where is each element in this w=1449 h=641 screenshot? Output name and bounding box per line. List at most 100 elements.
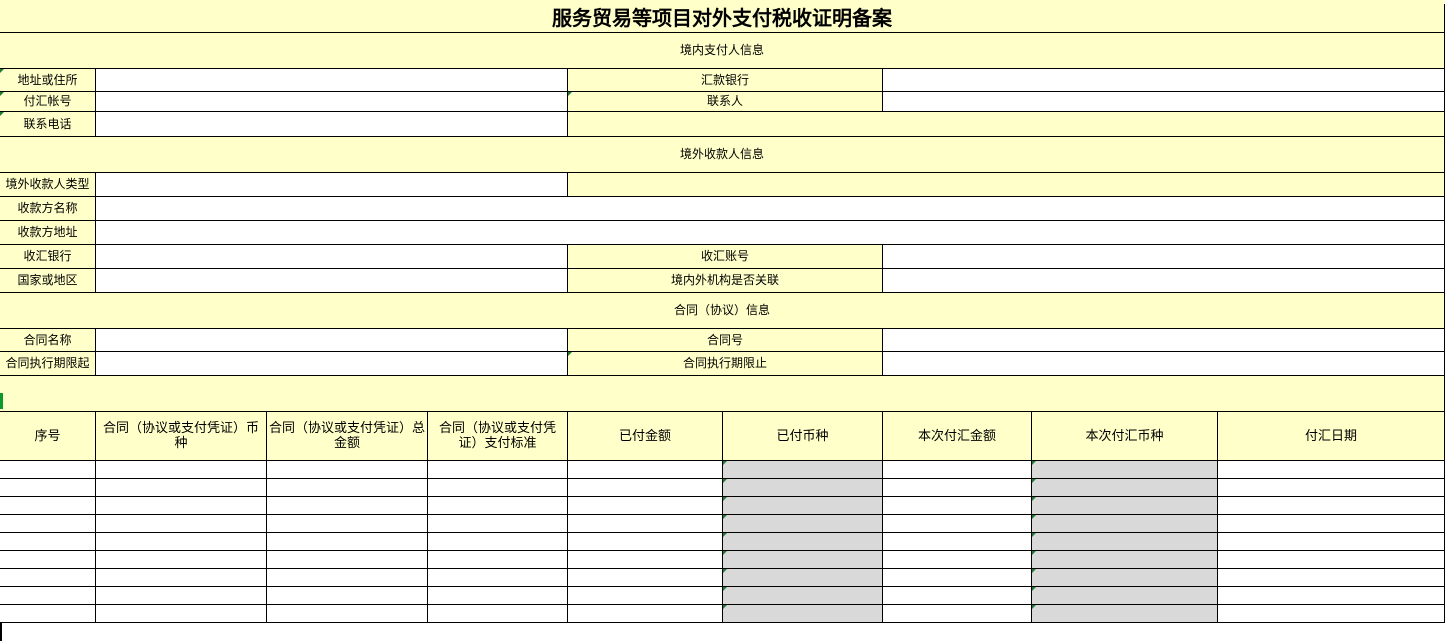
- table-cell[interactable]: [267, 569, 428, 587]
- table-cell[interactable]: [267, 461, 428, 479]
- table-cell[interactable]: [1218, 569, 1445, 587]
- table-cell[interactable]: [267, 533, 428, 551]
- label-payee-address: 收款方地址: [0, 221, 96, 245]
- blank-filler: [568, 112, 1445, 137]
- table-cell[interactable]: [0, 479, 96, 497]
- table-cell[interactable]: [1032, 533, 1218, 551]
- table-cell[interactable]: [96, 461, 267, 479]
- table-cell[interactable]: [96, 587, 267, 605]
- table-cell[interactable]: [0, 533, 96, 551]
- table-cell[interactable]: [883, 551, 1032, 569]
- table-cell[interactable]: [0, 569, 96, 587]
- input-remit-bank[interactable]: [883, 69, 1445, 92]
- input-receive-bank[interactable]: [96, 245, 568, 269]
- input-contract-name[interactable]: [96, 329, 568, 352]
- table-cell[interactable]: [883, 479, 1032, 497]
- table-cell[interactable]: [1032, 569, 1218, 587]
- table-cell[interactable]: [1032, 605, 1218, 623]
- table-cell[interactable]: [568, 479, 723, 497]
- table-cell[interactable]: [568, 515, 723, 533]
- input-receive-account[interactable]: [883, 245, 1445, 269]
- table-cell[interactable]: [267, 551, 428, 569]
- table-cell[interactable]: [568, 533, 723, 551]
- input-address[interactable]: [96, 69, 568, 92]
- table-cell[interactable]: [267, 479, 428, 497]
- table-cell[interactable]: [0, 497, 96, 515]
- table-cell[interactable]: [883, 461, 1032, 479]
- table-cell[interactable]: [0, 605, 96, 623]
- table-cell[interactable]: [723, 551, 883, 569]
- table-cell[interactable]: [428, 533, 568, 551]
- table-cell[interactable]: [1032, 551, 1218, 569]
- table-cell[interactable]: [568, 587, 723, 605]
- table-cell[interactable]: [1032, 461, 1218, 479]
- select-related[interactable]: [883, 269, 1445, 293]
- table-cell[interactable]: [0, 551, 96, 569]
- input-contract-start[interactable]: [96, 352, 568, 376]
- table-cell[interactable]: [723, 497, 883, 515]
- table-cell[interactable]: [1218, 479, 1445, 497]
- table-cell[interactable]: [1032, 515, 1218, 533]
- table-cell[interactable]: [1218, 533, 1445, 551]
- table-cell[interactable]: [0, 587, 96, 605]
- table-cell[interactable]: [428, 515, 568, 533]
- table-cell[interactable]: [428, 479, 568, 497]
- table-cell[interactable]: [568, 461, 723, 479]
- table-cell[interactable]: [1218, 515, 1445, 533]
- table-cell[interactable]: [723, 569, 883, 587]
- table-cell[interactable]: [568, 605, 723, 623]
- table-cell[interactable]: [883, 515, 1032, 533]
- table-cell[interactable]: [96, 479, 267, 497]
- table-cell[interactable]: [428, 461, 568, 479]
- table-cell[interactable]: [568, 551, 723, 569]
- table-cell[interactable]: [0, 515, 96, 533]
- table-cell[interactable]: [428, 497, 568, 515]
- select-payee-type[interactable]: [96, 173, 568, 197]
- table-cell[interactable]: [883, 605, 1032, 623]
- table-cell[interactable]: [723, 479, 883, 497]
- table-cell[interactable]: [96, 551, 267, 569]
- table-cell[interactable]: [883, 569, 1032, 587]
- table-cell[interactable]: [267, 515, 428, 533]
- table-cell[interactable]: [96, 497, 267, 515]
- table-cell[interactable]: [96, 605, 267, 623]
- input-contact-person[interactable]: [883, 92, 1445, 112]
- table-cell[interactable]: [428, 551, 568, 569]
- table-cell[interactable]: [723, 461, 883, 479]
- input-contract-no[interactable]: [883, 329, 1445, 352]
- table-cell[interactable]: [428, 605, 568, 623]
- input-payee-address[interactable]: [96, 221, 1445, 245]
- table-cell[interactable]: [883, 533, 1032, 551]
- table-cell[interactable]: [267, 497, 428, 515]
- table-cell[interactable]: [568, 497, 723, 515]
- input-pay-account[interactable]: [96, 92, 568, 112]
- table-cell[interactable]: [1218, 605, 1445, 623]
- table-cell[interactable]: [1218, 587, 1445, 605]
- table-cell[interactable]: [723, 515, 883, 533]
- input-contact-phone[interactable]: [96, 112, 568, 137]
- table-cell[interactable]: [428, 569, 568, 587]
- table-cell[interactable]: [1032, 479, 1218, 497]
- table-cell[interactable]: [723, 533, 883, 551]
- table-cell[interactable]: [96, 515, 267, 533]
- table-cell[interactable]: [267, 605, 428, 623]
- table-cell[interactable]: [96, 569, 267, 587]
- table-cell[interactable]: [1032, 497, 1218, 515]
- table-cell[interactable]: [883, 587, 1032, 605]
- table-cell[interactable]: [723, 587, 883, 605]
- table-cell[interactable]: [0, 461, 96, 479]
- input-payee-name[interactable]: [96, 197, 1445, 221]
- table-cell[interactable]: [1218, 461, 1445, 479]
- table-cell[interactable]: [723, 605, 883, 623]
- table-cell[interactable]: [883, 497, 1032, 515]
- table-cell[interactable]: [96, 533, 267, 551]
- table-cell[interactable]: [267, 587, 428, 605]
- input-contract-end[interactable]: [883, 352, 1445, 376]
- table-cell[interactable]: [1218, 551, 1445, 569]
- table-cell[interactable]: [568, 569, 723, 587]
- table-cell[interactable]: [428, 587, 568, 605]
- table-cell[interactable]: [1032, 587, 1218, 605]
- table-cell[interactable]: [1218, 497, 1445, 515]
- input-country-region[interactable]: [96, 269, 568, 293]
- label-contact-person: 联系人: [568, 92, 883, 112]
